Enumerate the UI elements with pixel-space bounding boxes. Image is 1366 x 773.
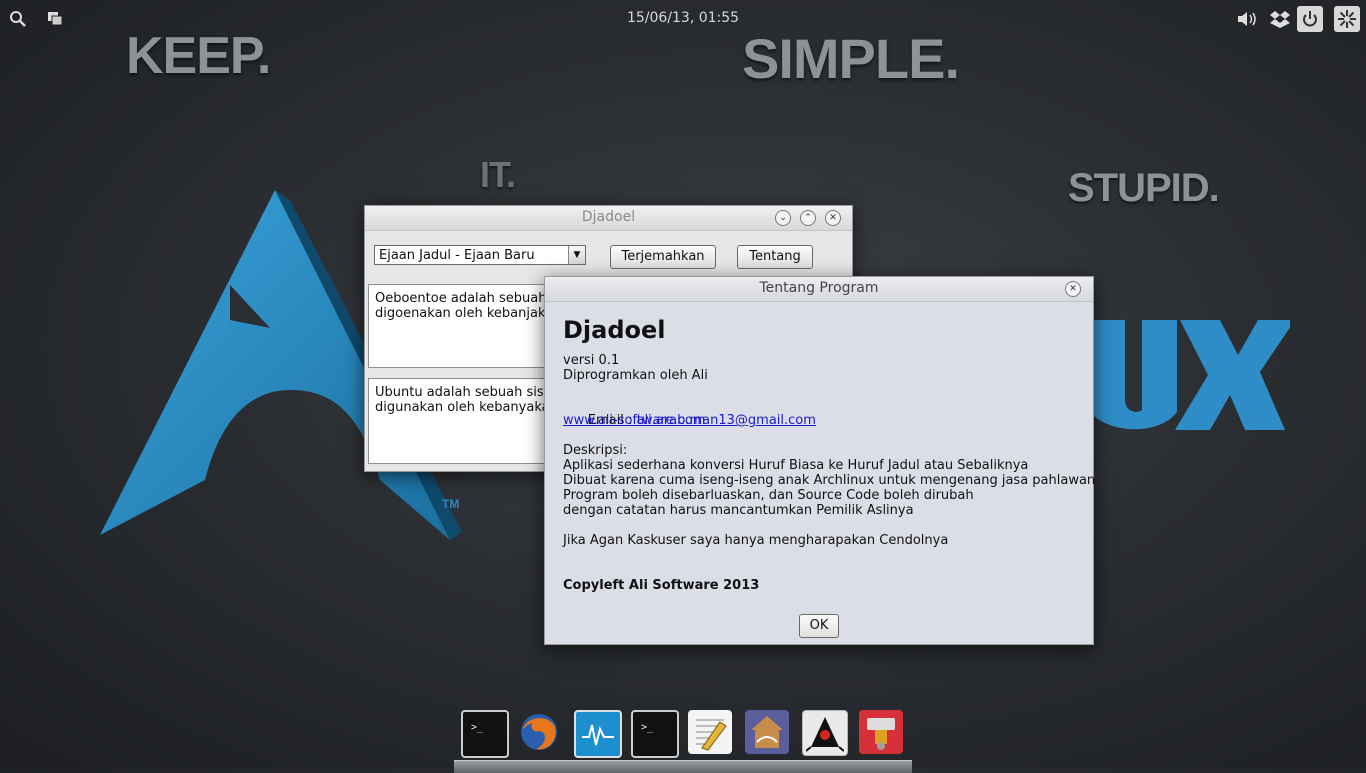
author-text: Diprogramkan oleh Ali [563, 368, 708, 383]
djadoel-titlebar[interactable]: Djadoel ⌄ ⌃ ✕ [365, 206, 852, 231]
description-line: Dibuat karena cuma iseng-iseng anak Arch… [563, 473, 1096, 488]
about-titlebar[interactable]: Tentang Program ✕ [545, 277, 1093, 302]
close-button[interactable]: ✕ [825, 210, 841, 226]
dock-shelf [454, 760, 912, 773]
svg-text:>_: >_ [471, 722, 484, 733]
translate-button[interactable]: Terjemahkan [610, 245, 716, 269]
text-editor-icon[interactable] [688, 710, 732, 754]
svg-text:>_: >_ [641, 722, 654, 733]
maximize-button[interactable]: ⌃ [800, 210, 816, 226]
ok-button[interactable]: OK [799, 614, 839, 638]
linux-logo-fragment: TM [1090, 320, 1290, 430]
minimize-button[interactable]: ⌄ [775, 210, 791, 226]
dock: >_ >_ [454, 704, 912, 773]
power-icon[interactable] [1297, 6, 1323, 32]
kaskus-text: Jika Agan Kaskuser saya hanya mengharapa… [563, 533, 949, 548]
about-button[interactable]: Tentang [737, 245, 813, 269]
version-text: versi 0.1 [563, 353, 620, 368]
about-dialog: Tentang Program ✕ Djadoel versi 0.1 Dipr… [544, 276, 1095, 645]
about-content: Djadoel versi 0.1 Diprogramkan oleh Ali … [563, 315, 1095, 593]
linux-logo-tm: TM [1244, 413, 1261, 427]
app-name-heading: Djadoel [563, 316, 666, 344]
wallpaper-text-stupid: STUPID. [1068, 166, 1220, 210]
arch-logo-tm: TM [442, 497, 459, 511]
about-dialog-title: Tentang Program [759, 280, 879, 296]
description-label: Deskripsi: [563, 443, 628, 458]
system-monitor-icon[interactable] [574, 710, 622, 758]
java-duke-icon[interactable] [802, 710, 848, 756]
dropbox-icon[interactable] [1267, 6, 1293, 32]
package-manager-icon[interactable] [859, 710, 903, 754]
clock[interactable]: 15/06/13, 01:55 [0, 10, 1366, 26]
description-line: Program boleh disebarluaskan, dan Source… [563, 488, 974, 503]
terminal-icon[interactable]: >_ [631, 710, 679, 758]
arabic-app-icon[interactable] [745, 710, 789, 754]
wallpaper-text-it: IT. [480, 154, 516, 195]
copyleft-text: Copyleft Ali Software 2013 [563, 578, 760, 593]
description-line: Aplikasi sederhana konversi Huruf Biasa … [563, 458, 1029, 473]
firefox-icon[interactable] [517, 710, 561, 754]
close-button[interactable]: ✕ [1065, 281, 1081, 297]
top-panel: 15/06/13, 01:55 [0, 0, 1366, 36]
settings-icon[interactable] [1334, 6, 1360, 32]
conversion-mode-value: Ejaan Jadul - Ejaan Baru [379, 248, 535, 263]
volume-icon[interactable] [1234, 6, 1260, 32]
conversion-mode-select[interactable]: Ejaan Jadul - Ejaan Baru ▼ [374, 245, 586, 265]
chevron-down-icon[interactable]: ▼ [568, 246, 585, 264]
website-link[interactable]: www.ali-software.com [563, 413, 705, 428]
description-line: dengan catatan harus mancantumkan Pemili… [563, 503, 914, 518]
terminal-icon[interactable]: >_ [461, 710, 509, 758]
